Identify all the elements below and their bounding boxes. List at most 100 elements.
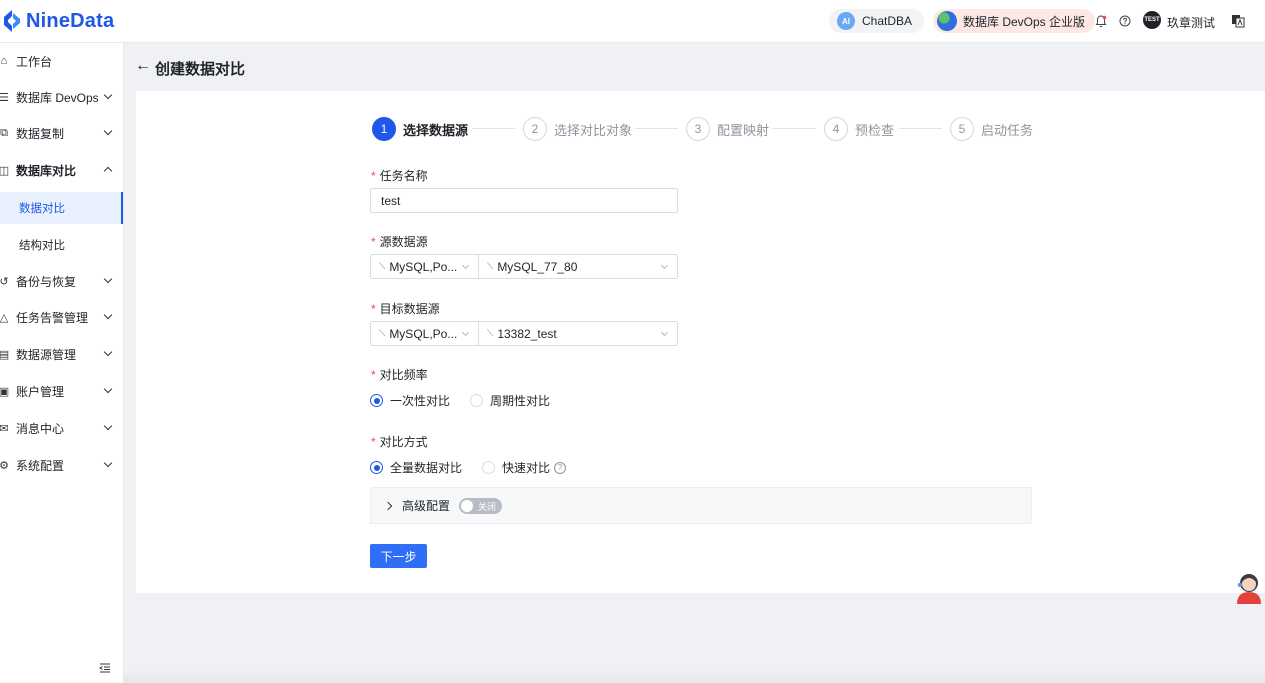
chevron-down-icon (103, 347, 113, 357)
sidebar-item-accounts[interactable]: ▣ 账户管理 (0, 373, 123, 409)
mysql-icon: ⟍ (379, 328, 386, 338)
step-number: 1 (372, 117, 396, 141)
advanced-config-label: 高级配置 (402, 499, 451, 513)
sidebar-item-label: 数据复制 (16, 126, 65, 141)
select-value: MySQL,Po... (389, 259, 458, 274)
chevron-down-icon (103, 384, 113, 394)
step-divider (772, 128, 816, 129)
required-mark: * (371, 169, 376, 183)
language-switch-icon[interactable] (1230, 13, 1246, 29)
sidebar: ⌂ 工作台 ☰ 数据库 DevOps ⧉ 数据复制 ◫ 数据库对比 数据对比 结… (0, 43, 124, 683)
bottom-area (124, 670, 1265, 683)
required-mark: * (371, 368, 376, 382)
chevron-down-icon (461, 328, 470, 337)
next-button[interactable]: 下一步 (370, 544, 427, 568)
radio-label[interactable]: 一次性对比 (390, 392, 450, 409)
collapse-sidebar-icon[interactable] (99, 661, 111, 676)
edition-switcher[interactable]: 数据库 DevOps 企业版 (933, 9, 1096, 33)
mysql-icon: ⟍ (379, 261, 386, 271)
label-text: 对比频率 (379, 368, 428, 382)
chevron-down-icon (103, 458, 113, 468)
page-title: 创建数据对比 (155, 61, 246, 78)
sidebar-subitem-schema-compare[interactable]: 结构对比 (0, 229, 123, 261)
sidebar-item-label: 账户管理 (16, 384, 65, 399)
target-datasource-select[interactable]: ⟍ 13382_test (478, 321, 678, 346)
step-divider (472, 128, 515, 129)
radio-label[interactable]: 全量数据对比 (390, 459, 462, 476)
radio-label[interactable]: 周期性对比 (490, 392, 550, 409)
radio-once[interactable] (370, 394, 383, 407)
advanced-config-toggle[interactable]: 关闭 (459, 497, 503, 514)
radio-label[interactable]: 快速对比 (502, 459, 550, 476)
source-type-select[interactable]: ⟍ MySQL,Po... (370, 254, 479, 279)
step-label: 选择数据源 (403, 122, 469, 138)
mysql-icon: ⟍ (487, 261, 494, 271)
sidebar-item-devops[interactable]: ☰ 数据库 DevOps (0, 79, 123, 115)
step-number: 4 (824, 117, 848, 141)
radio-quick-compare[interactable] (482, 461, 496, 474)
help-icon[interactable]: ? (554, 461, 567, 474)
step-divider (635, 128, 678, 129)
logo[interactable]: NineData (2, 9, 114, 33)
task-name-input[interactable]: test (370, 188, 678, 213)
avatar[interactable]: TEST (1143, 11, 1161, 29)
source-datasource-select[interactable]: ⟍ MySQL_77_80 (478, 254, 678, 279)
chevron-down-icon (103, 126, 113, 136)
step-3: 3 配置映射 (686, 117, 769, 141)
label-text: 对比方式 (379, 435, 428, 449)
sidebar-item-workbench[interactable]: ⌂ 工作台 (0, 43, 123, 79)
radio-full-compare[interactable] (370, 461, 383, 474)
sidebar-item-datasources[interactable]: ▤ 数据源管理 (0, 336, 123, 372)
sidebar-item-backup[interactable]: ↺ 备份与恢复 (0, 263, 123, 299)
sidebar-item-alerts[interactable]: △ 任务告警管理 (0, 299, 123, 335)
method-radio-group: 全量数据对比 快速对比 ? (370, 459, 567, 476)
chevron-down-icon (103, 310, 113, 320)
step-label: 启动任务 (981, 122, 1034, 138)
alert-icon: △ (0, 311, 9, 324)
advanced-config-panel[interactable]: 高级配置 关闭 (370, 487, 1032, 524)
chevron-down-icon (461, 261, 470, 270)
sidebar-subitem-label: 结构对比 (19, 240, 65, 252)
label-text: 任务名称 (379, 169, 428, 183)
target-type-select[interactable]: ⟍ MySQL,Po... (370, 321, 479, 346)
step-1: 1 选择数据源 (372, 117, 468, 141)
sidebar-item-replication[interactable]: ⧉ 数据复制 (0, 115, 123, 151)
globe-icon (937, 11, 957, 31)
task-name-label: * 任务名称 (371, 167, 428, 184)
chatdba-label: ChatDBA (862, 14, 913, 28)
chevron-down-icon (103, 90, 113, 100)
chatdba-button[interactable]: AI ChatDBA (829, 9, 925, 33)
step-number: 5 (950, 117, 974, 141)
chevron-up-icon (103, 166, 113, 176)
select-value: MySQL_77_80 (497, 259, 578, 274)
sidebar-subitem-label: 数据对比 (19, 203, 65, 215)
chevron-down-icon (660, 261, 669, 270)
radio-periodic[interactable] (470, 394, 484, 407)
step-label: 选择对比对象 (554, 122, 633, 138)
chevron-down-icon (660, 328, 669, 337)
datasource-icon: ▤ (0, 348, 10, 361)
sidebar-item-label: 数据源管理 (16, 347, 77, 362)
settings-icon: ⚙ (0, 459, 9, 472)
sidebar-item-compare[interactable]: ◫ 数据库对比 (0, 152, 123, 188)
step-label: 预检查 (855, 122, 895, 138)
assistant-avatar-icon[interactable] (1234, 570, 1264, 606)
mysql-icon: ⟍ (487, 328, 494, 338)
help-circle-icon[interactable] (1117, 13, 1133, 29)
user-name[interactable]: 玖章测试 (1167, 14, 1215, 31)
sidebar-subitem-data-compare[interactable]: 数据对比 (0, 192, 123, 224)
back-arrow-icon[interactable]: ← (135, 57, 151, 75)
chevron-right-icon (383, 501, 393, 510)
sidebar-item-settings[interactable]: ⚙ 系统配置 (0, 447, 123, 483)
required-mark: * (371, 435, 376, 449)
bell-icon[interactable] (1093, 13, 1109, 29)
copy-icon: ⧉ (0, 126, 8, 139)
sidebar-item-label: 备份与恢复 (16, 274, 77, 289)
sidebar-item-messages[interactable]: ✉ 消息中心 (0, 410, 123, 446)
step-5: 5 启动任务 (950, 117, 1033, 141)
edition-label: 数据库 DevOps 企业版 (963, 14, 1086, 29)
label-text: 目标数据源 (379, 302, 440, 316)
toggle-knob (461, 499, 474, 512)
step-label: 配置映射 (717, 122, 770, 138)
select-value: MySQL,Po... (389, 326, 458, 341)
